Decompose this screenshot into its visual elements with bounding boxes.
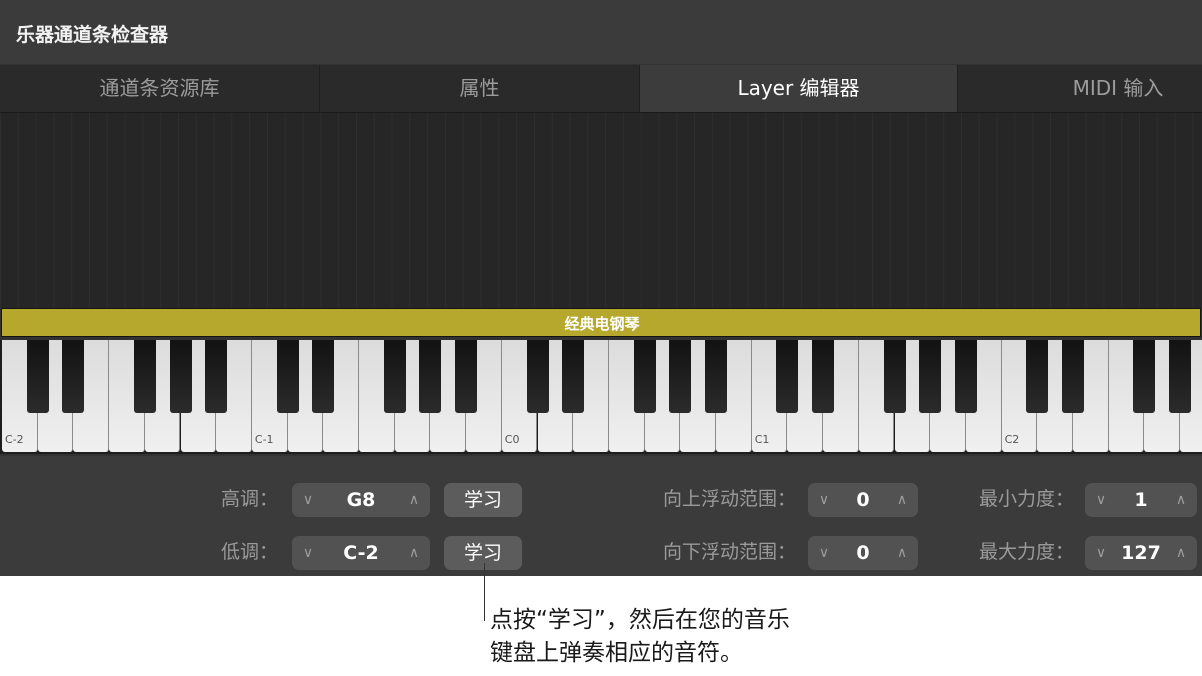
black-key[interactable]	[133, 340, 156, 413]
chevron-down-icon[interactable]: ∨	[812, 536, 836, 570]
max-velocity-value: 127	[1121, 542, 1161, 564]
black-key[interactable]	[419, 340, 442, 413]
layer-name: 经典电钢琴	[564, 315, 640, 333]
callout-line-2: 键盘上弹奏相应的音符。	[490, 640, 743, 666]
black-key[interactable]	[883, 340, 906, 413]
black-key[interactable]	[1026, 340, 1049, 413]
layer-controls: 高调： ∨ G8 ∧ 学习 向上浮动范围： ∨ 0 ∧ 最小力度： ∨ 1 ∧ …	[0, 456, 1202, 576]
float-down-stepper[interactable]: ∨ 0 ∧	[808, 536, 918, 570]
float-down-label: 向下浮动范围：	[662, 541, 796, 563]
chevron-up-icon[interactable]: ∧	[402, 483, 426, 517]
black-key[interactable]	[705, 340, 727, 413]
min-velocity-value: 1	[1134, 489, 1148, 511]
high-key-label: 高调：	[220, 488, 278, 510]
max-velocity-label: 最大力度：	[978, 541, 1074, 563]
min-velocity-stepper[interactable]: ∨ 1 ∧	[1085, 483, 1197, 517]
black-key[interactable]	[276, 340, 299, 413]
low-key-learn-button[interactable]: 学习	[444, 536, 522, 570]
octave-label: C1	[754, 433, 770, 446]
octave-label: C-1	[254, 433, 274, 446]
float-up-label: 向上浮动范围：	[662, 488, 796, 510]
tab-channel-strip-library[interactable]: 通道条资源库	[0, 65, 320, 112]
black-key[interactable]	[1062, 340, 1084, 413]
chevron-up-icon[interactable]: ∧	[1169, 483, 1193, 517]
max-velocity-stepper[interactable]: ∨ 127 ∧	[1085, 536, 1197, 570]
tab-midi-input[interactable]: MIDI 输入	[958, 65, 1202, 112]
black-key[interactable]	[526, 340, 549, 413]
black-key[interactable]	[383, 340, 406, 413]
low-key-value: C-2	[343, 542, 379, 564]
chevron-up-icon[interactable]: ∧	[890, 483, 914, 517]
octave-label: C2	[1004, 433, 1020, 446]
tab-attributes[interactable]: 属性	[320, 65, 640, 112]
black-key[interactable]	[562, 340, 585, 413]
black-key[interactable]	[312, 340, 335, 413]
black-key[interactable]	[954, 340, 977, 413]
chevron-up-icon[interactable]: ∧	[402, 536, 426, 570]
chevron-down-icon[interactable]: ∨	[1089, 483, 1113, 517]
black-key[interactable]	[633, 340, 656, 413]
black-key[interactable]	[919, 340, 942, 413]
tab-label: MIDI 输入	[1072, 76, 1164, 100]
callout-line	[484, 563, 485, 621]
chevron-down-icon[interactable]: ∨	[296, 483, 320, 517]
tab-label: 属性	[459, 76, 500, 100]
high-key-learn-button[interactable]: 学习	[444, 483, 522, 517]
min-velocity-label: 最小力度：	[978, 488, 1074, 510]
tab-label: 通道条资源库	[99, 76, 220, 100]
chevron-up-icon[interactable]: ∧	[1169, 536, 1193, 570]
low-key-stepper[interactable]: ∨ C-2 ∧	[292, 536, 430, 570]
layer-grid-area[interactable]	[0, 113, 1202, 308]
layer-range-bar[interactable]: 经典电钢琴	[1, 308, 1201, 337]
black-key[interactable]	[1169, 340, 1192, 413]
black-key[interactable]	[776, 340, 799, 413]
black-key[interactable]	[169, 340, 192, 413]
float-up-value: 0	[856, 489, 870, 511]
tab-label: Layer 编辑器	[737, 76, 860, 100]
chevron-down-icon[interactable]: ∨	[812, 483, 836, 517]
octave-label: C0	[504, 433, 520, 446]
black-key[interactable]	[205, 340, 228, 413]
black-key[interactable]	[62, 340, 85, 413]
black-key[interactable]	[812, 340, 835, 413]
tab-layer-editor[interactable]: Layer 编辑器	[640, 65, 958, 112]
high-key-stepper[interactable]: ∨ G8 ∧	[292, 483, 430, 517]
callout-text: 点按“学习”，然后在您的音乐 键盘上弹奏相应的音符。	[490, 604, 790, 670]
inspector-title: 乐器通道条检查器	[16, 24, 169, 46]
callout-line-1: 点按“学习”，然后在您的音乐	[490, 607, 790, 633]
black-key[interactable]	[1133, 340, 1156, 413]
black-key[interactable]	[669, 340, 692, 413]
black-key[interactable]	[26, 340, 49, 413]
low-key-label: 低调：	[220, 541, 278, 563]
float-down-value: 0	[856, 542, 870, 564]
float-up-stepper[interactable]: ∨ 0 ∧	[808, 483, 918, 517]
high-key-value: G8	[346, 489, 376, 511]
black-key[interactable]	[455, 340, 478, 413]
chevron-up-icon[interactable]: ∧	[890, 536, 914, 570]
chevron-down-icon[interactable]: ∨	[296, 536, 320, 570]
octave-label: C-2	[5, 433, 24, 446]
tab-bar: 通道条资源库 属性 Layer 编辑器 MIDI 输入	[0, 65, 1202, 113]
chevron-down-icon[interactable]: ∨	[1089, 536, 1113, 570]
piano-keyboard[interactable]: C-2 C-1 C0 C1 C2	[0, 340, 1202, 454]
title-bar: 乐器通道条检查器	[0, 0, 1202, 64]
instrument-channel-strip-inspector: 乐器通道条检查器 通道条资源库 属性 Layer 编辑器 MIDI 输入 经典电…	[0, 0, 1202, 576]
